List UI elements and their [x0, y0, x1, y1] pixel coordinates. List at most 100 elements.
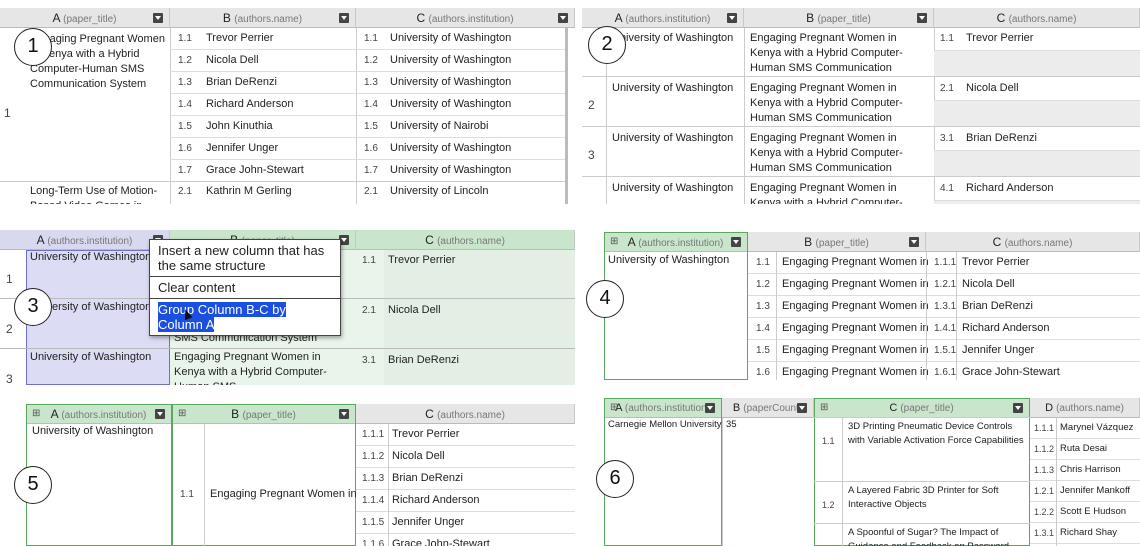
institution-cell[interactable]: University of Washington: [612, 182, 733, 194]
institution-cell[interactable]: University of Washington: [612, 32, 733, 44]
dropdown-icon[interactable]: [727, 13, 737, 23]
author-name-cell[interactable]: Jennifer Unger: [392, 516, 464, 528]
dropdown-icon[interactable]: [558, 13, 568, 23]
paper-title-cell[interactable]: Engaging Pregnant Women in: [782, 344, 929, 356]
paper-title-cell[interactable]: A Spoonful of Sugar? The Impact of Guida…: [848, 526, 1026, 546]
author-name-cell[interactable]: Grace John-Stewart: [962, 366, 1060, 378]
column-b-header[interactable]: B (paper_title): [748, 232, 926, 252]
paper-title-cell[interactable]: Engaging Pregnant Women in Kenya with a …: [750, 81, 930, 127]
row-index: 1.6.1: [934, 367, 957, 378]
row-index: 1.1: [362, 255, 376, 266]
paper-title-cell[interactable]: Engaging Pregnant Women in: [782, 256, 929, 268]
paper-title-cell[interactable]: Engaging Pregnant Women in: [782, 322, 929, 334]
author-name-cell[interactable]: Nicola Dell: [392, 450, 445, 462]
column-b-header[interactable]: B (paper_title): [744, 8, 934, 28]
row-index: 1.1: [756, 257, 770, 268]
institution-cell[interactable]: University of Washington: [612, 132, 733, 144]
row-index: 1.4: [756, 323, 770, 334]
paper-title-cell[interactable]: Engaging Pregnant Women in Kenya with a …: [750, 181, 930, 204]
column-a-header[interactable]: A (paper_title): [0, 8, 170, 28]
paper-title-cell[interactable]: 3D Printing Pneumatic Device Controls wi…: [848, 420, 1026, 460]
row-index: 2.1: [362, 305, 376, 316]
institution-cell[interactable]: University of Washington: [390, 76, 511, 88]
dropdown-icon[interactable]: [339, 13, 349, 23]
author-name-cell[interactable]: Jennifer Unger: [206, 142, 278, 154]
author-name-cell[interactable]: Jennifer Mankoff: [1060, 485, 1130, 496]
dropdown-icon[interactable]: [797, 403, 807, 413]
author-name-cell[interactable]: Richard Anderson: [966, 182, 1053, 194]
author-name-cell[interactable]: Richard Anderson: [206, 98, 293, 110]
paper-title-cell[interactable]: Engaging Pregnant Women in: [782, 366, 929, 378]
institution-cell[interactable]: University of Washington: [612, 82, 733, 94]
author-name-cell[interactable]: Trevor Perrier: [388, 254, 455, 266]
author-name-cell[interactable]: Nicola Dell: [962, 278, 1015, 290]
column-d-header[interactable]: D (authors.name): [1030, 398, 1140, 418]
author-name-cell[interactable]: Nicola Dell: [966, 82, 1019, 94]
dropdown-icon[interactable]: [917, 13, 927, 23]
author-name-cell[interactable]: Brian DeRenzi: [392, 472, 463, 484]
row-index: 3.1: [940, 133, 954, 144]
context-menu: Insert a new column that has the same st…: [149, 239, 341, 336]
column-c-header[interactable]: C (authors.name): [934, 8, 1140, 28]
panel-4: ⊞ A (authors.institution) B (paper_title)…: [604, 232, 1140, 380]
institution-cell[interactable]: University of Washington: [390, 142, 511, 154]
row-index: 4.1: [940, 183, 954, 194]
author-name-cell[interactable]: John Kinuthia: [206, 120, 273, 132]
author-name-cell[interactable]: Trevor Perrier: [206, 32, 273, 44]
column-a-header[interactable]: A (authors.institution): [0, 230, 170, 250]
paper-title-cell[interactable]: Engaging Pregnant Women in Kenya with a …: [750, 31, 930, 77]
institution-cell[interactable]: University of Nairobi: [390, 120, 488, 132]
row-index: 1.3.1: [934, 301, 957, 312]
row-index: 1.2: [364, 55, 378, 66]
author-name-cell[interactable]: Trevor Perrier: [962, 256, 1029, 268]
author-name-cell[interactable]: Trevor Perrier: [966, 32, 1033, 44]
author-name-cell[interactable]: Jennifer Unger: [962, 344, 1034, 356]
author-name-cell[interactable]: Brian DeRenzi: [206, 76, 277, 88]
author-name-cell[interactable]: Brian DeRenzi: [962, 300, 1033, 312]
author-name-cell[interactable]: Nicola Dell: [388, 304, 441, 316]
institution-cell[interactable]: University of Washington: [390, 164, 511, 176]
row-index: 1.1.2: [1034, 444, 1055, 454]
menu-item-group-columns[interactable]: Group Column B-C by Column A: [150, 299, 340, 335]
author-name-cell[interactable]: Trevor Perrier: [392, 428, 459, 440]
author-name-cell[interactable]: Brian DeRenzi: [388, 354, 459, 366]
paper-title-cell[interactable]: A Layered Fabric 3D Printer for Soft Int…: [848, 484, 1026, 524]
row-index: 1.6: [364, 143, 378, 154]
column-c-header[interactable]: C (authors.institution): [356, 8, 575, 28]
column-b-header[interactable]: B (paperCount): [722, 398, 814, 418]
paper-title-cell[interactable]: Long-Term Use of Motion-Based Video Game…: [30, 184, 166, 204]
column-a-header[interactable]: A (authors.institution): [582, 8, 744, 28]
dropdown-icon[interactable]: [909, 237, 919, 247]
author-name-cell[interactable]: Chris Harrison: [1060, 464, 1121, 475]
author-name-cell[interactable]: Richard Anderson: [392, 494, 479, 506]
author-name-cell[interactable]: Brian DeRenzi: [966, 132, 1037, 144]
institution-cell[interactable]: University of Washington: [390, 98, 511, 110]
row-index: 1.6: [756, 367, 770, 378]
row-index: 1.1.5: [362, 517, 385, 528]
menu-item-insert-column[interactable]: Insert a new column that has the same st…: [150, 240, 340, 277]
author-name-cell[interactable]: Grace John-Stewart: [206, 164, 304, 176]
author-name-cell[interactable]: Scott E Hudson: [1060, 506, 1126, 517]
author-name-cell[interactable]: Richard Anderson: [962, 322, 1049, 334]
row-index: 1.1.1: [934, 257, 957, 268]
institution-cell[interactable]: University of Washington: [390, 32, 511, 44]
column-c-header[interactable]: C (authors.name): [926, 232, 1140, 252]
paper-title-cell[interactable]: Engaging Pregnant Women in Kenya with a …: [750, 131, 930, 177]
author-name-cell[interactable]: Grace John-Stewart: [392, 538, 490, 546]
column-b-header[interactable]: B (authors.name): [170, 8, 356, 28]
author-name-cell[interactable]: Nicola Dell: [206, 54, 259, 66]
menu-item-clear-content[interactable]: Clear content: [150, 277, 340, 299]
dropdown-icon[interactable]: [153, 13, 163, 23]
author-name-cell[interactable]: Marynel Vázquez: [1060, 422, 1133, 433]
paper-title-cell[interactable]: Engaging Pregnant Women in: [782, 278, 929, 290]
author-name-cell[interactable]: Richard Shay: [1060, 527, 1117, 538]
institution-cell[interactable]: University of Washington: [390, 54, 511, 66]
column-c-header[interactable]: C (authors.name): [356, 230, 575, 250]
column-c-header[interactable]: C (authors.name): [356, 404, 575, 424]
institution-cell[interactable]: University of Washington: [30, 251, 151, 263]
panel-6: ⊞ A (authors.institution) B (paperCount) …: [604, 398, 1140, 546]
row-index: 3: [6, 372, 13, 385]
paper-title-cell[interactable]: Engaging Pregnant Women in: [782, 300, 929, 312]
author-name-cell[interactable]: Ruta Desai: [1060, 443, 1107, 454]
panel-2: A (authors.institution) B (paper_title) …: [582, 8, 1140, 204]
